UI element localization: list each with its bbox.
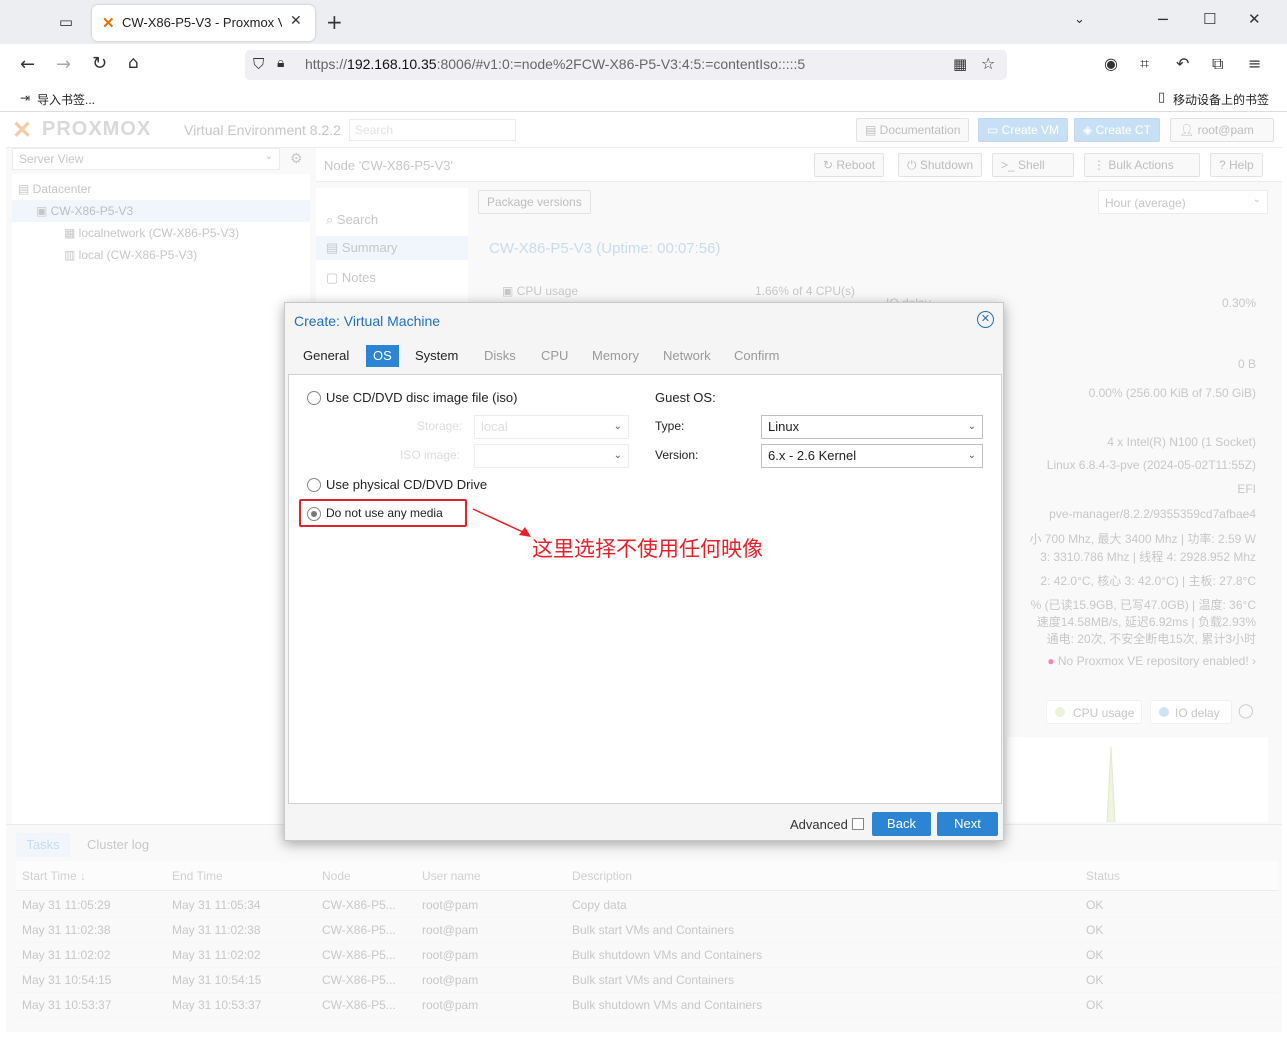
close-window-icon[interactable]: ✕	[1248, 10, 1261, 28]
next-button[interactable]: Next	[937, 812, 998, 836]
reload-icon[interactable]: ↻	[92, 53, 107, 74]
url-prefix: https://	[305, 56, 348, 72]
os-type-value: Linux	[768, 419, 800, 434]
qr-code-icon[interactable]: ▦	[953, 55, 967, 73]
undo-icon[interactable]: ↶	[1176, 54, 1189, 73]
iso-radio[interactable]	[307, 391, 321, 405]
physical-drive-radio[interactable]	[307, 478, 321, 492]
annotation-arrow-icon	[472, 508, 531, 537]
dialog-title: Create: Virtual Machine	[294, 313, 441, 329]
back-arrow-icon[interactable]: ←	[20, 54, 35, 75]
crop-icon[interactable]: ⌗	[1140, 54, 1149, 74]
physical-drive-label[interactable]: Use physical CD/DVD Drive	[326, 477, 487, 492]
iso-option-label[interactable]: Use CD/DVD disc image file (iso)	[326, 390, 517, 405]
os-version-value: 6.x - 2.6 Kernel	[768, 448, 857, 463]
import-bookmarks-link[interactable]: 导入书签...	[37, 91, 95, 108]
iso-image-label: ISO image:	[400, 448, 461, 462]
advanced-label: Advanced	[790, 817, 848, 832]
minimize-icon[interactable]: ─	[1158, 10, 1168, 29]
version-label: Version:	[655, 448, 699, 462]
chevron-down-icon: ⌄	[613, 421, 622, 432]
tab-system[interactable]: System	[409, 345, 464, 367]
shield-icon[interactable]: ⛉	[253, 55, 264, 73]
new-tab-button[interactable]: +	[326, 10, 343, 34]
storage-value: local	[481, 419, 508, 434]
no-media-radio[interactable]	[307, 507, 321, 521]
tab-network[interactable]: Network	[657, 345, 717, 367]
lock-icon[interactable]: 🔒︎	[277, 55, 284, 71]
os-version-select[interactable]: 6.x - 2.6 Kernel ⌄	[761, 444, 983, 468]
tab-general[interactable]: General	[297, 345, 355, 367]
account-icon[interactable]: ◉	[1104, 54, 1118, 73]
url-path: :8006/#v1:0:=node%2FCW-X86-P5-V3:4:5:=co…	[436, 56, 806, 72]
mobile-bookmarks-link[interactable]: 移动设备上的书签	[1173, 91, 1269, 108]
type-label: Type:	[655, 419, 685, 433]
browser-tab[interactable]: ✕ CW-X86-P5-V3 - Proxmox Vi ✕	[92, 5, 315, 41]
forward-arrow-icon[interactable]: →	[56, 54, 71, 75]
tab-disks[interactable]: Disks	[478, 345, 522, 367]
chevron-down-icon: ⌄	[613, 450, 622, 461]
browser-nav-bar: ← → ↻ ⌂ ⛉ 🔒︎ https://192.168.10.35:8006/…	[0, 44, 1287, 86]
os-panel: Use CD/DVD disc image file (iso) Storage…	[288, 374, 1002, 804]
url-text[interactable]: https://192.168.10.35:8006/#v1:0:=node%2…	[305, 56, 805, 72]
no-media-label[interactable]: Do not use any media	[326, 506, 443, 520]
url-host: 192.168.10.35	[347, 56, 437, 72]
maximize-icon[interactable]: ☐	[1203, 10, 1216, 28]
tab-os[interactable]: OS	[366, 345, 399, 367]
chevron-down-icon: ⌄	[967, 421, 976, 432]
close-icon[interactable]: ✕	[977, 311, 994, 328]
tab-confirm[interactable]: Confirm	[728, 345, 786, 367]
iso-image-select[interactable]: ⌄	[474, 444, 629, 468]
os-type-select[interactable]: Linux ⌄	[761, 415, 983, 439]
browser-tab-title: CW-X86-P5-V3 - Proxmox Vi	[122, 15, 282, 30]
chevron-down-icon[interactable]: ⌄	[1074, 12, 1085, 27]
tab-overview-icon[interactable]: ▭	[55, 12, 77, 32]
bookmarks-bar: ⇥ 导入书签... ▯ 移动设备上的书签	[0, 86, 1287, 112]
mobile-icon: ▯	[1158, 90, 1166, 105]
create-vm-dialog: Create: Virtual Machine ✕ General OS Syste…	[284, 302, 1004, 841]
address-bar[interactable]: ⛉ 🔒︎ https://192.168.10.35:8006/#v1:0:=n…	[245, 50, 1007, 80]
home-icon[interactable]: ⌂	[128, 53, 139, 73]
menu-icon[interactable]: ≡	[1248, 54, 1261, 73]
import-icon: ⇥	[20, 91, 31, 105]
proxmox-favicon-icon: ✕	[102, 15, 115, 32]
storage-select[interactable]: local ⌄	[474, 415, 629, 439]
back-button[interactable]: Back	[872, 812, 931, 836]
tab-cpu[interactable]: CPU	[535, 345, 574, 367]
guest-os-heading: Guest OS:	[655, 390, 716, 405]
close-tab-icon[interactable]: ✕	[290, 13, 302, 29]
annotation-text: 这里选择不使用任何映像	[532, 538, 763, 561]
tab-memory[interactable]: Memory	[586, 345, 645, 367]
extensions-icon[interactable]: ⧉	[1212, 54, 1223, 74]
star-icon[interactable]: ☆	[981, 54, 995, 73]
advanced-checkbox[interactable]	[852, 818, 864, 830]
storage-label: Storage:	[417, 419, 463, 433]
chevron-down-icon: ⌄	[967, 450, 976, 461]
browser-tab-bar: ▭ ✕ CW-X86-P5-V3 - Proxmox Vi ✕ + ⌄ ─ ☐ …	[0, 0, 1287, 44]
